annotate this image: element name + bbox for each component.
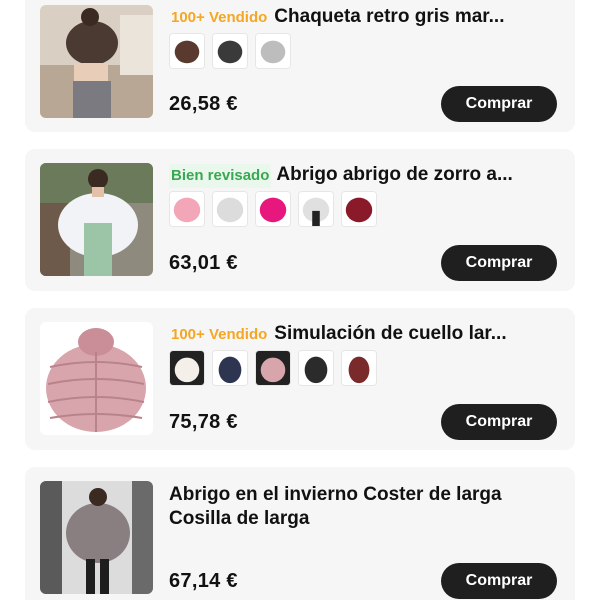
variant-swatch[interactable] bbox=[298, 350, 334, 386]
product-feed: 100+ Vendido Chaqueta retro gris mar... 2… bbox=[0, 0, 600, 600]
product-title[interactable]: 100+ Vendido Chaqueta retro gris mar... bbox=[169, 5, 561, 30]
variant-swatch[interactable] bbox=[341, 350, 377, 386]
variant-swatch[interactable] bbox=[212, 350, 248, 386]
product-price: 67,14 € bbox=[169, 570, 238, 592]
product-title[interactable]: Bien revisado Abrigo abrigo de zorro a... bbox=[169, 163, 561, 188]
variant-swatch[interactable] bbox=[212, 33, 248, 69]
variant-swatches bbox=[169, 191, 377, 227]
sales-badge: 100+ Vendido bbox=[171, 326, 268, 343]
buy-button[interactable]: Comprar bbox=[441, 86, 557, 122]
variant-swatch[interactable] bbox=[255, 350, 291, 386]
product-card[interactable]: Bien revisado Abrigo abrigo de zorro a...… bbox=[25, 149, 575, 291]
product-card[interactable]: 100+ Vendido Chaqueta retro gris mar... 2… bbox=[25, 0, 575, 132]
product-title[interactable]: Abrigo en el invierno Coster de larga Co… bbox=[169, 483, 561, 531]
product-title[interactable]: 100+ Vendido Simulación de cuello lar... bbox=[169, 322, 561, 347]
product-price: 75,78 € bbox=[169, 411, 238, 433]
product-image[interactable] bbox=[40, 322, 153, 435]
buy-button[interactable]: Comprar bbox=[441, 404, 557, 440]
product-image[interactable] bbox=[40, 481, 153, 594]
variant-swatch[interactable] bbox=[169, 350, 205, 386]
product-price: 63,01 € bbox=[169, 252, 238, 274]
buy-button[interactable]: Comprar bbox=[441, 563, 557, 599]
variant-swatch[interactable] bbox=[169, 191, 205, 227]
product-card[interactable]: Abrigo en el invierno Coster de larga Co… bbox=[25, 467, 575, 600]
product-card[interactable]: 100+ Vendido Simulación de cuello lar... … bbox=[25, 308, 575, 450]
product-image[interactable] bbox=[40, 163, 153, 276]
sales-badge: 100+ Vendido bbox=[171, 9, 268, 26]
product-price: 26,58 € bbox=[169, 93, 238, 115]
buy-button[interactable]: Comprar bbox=[441, 245, 557, 281]
variant-swatch[interactable] bbox=[255, 33, 291, 69]
variant-swatch[interactable] bbox=[341, 191, 377, 227]
product-image[interactable] bbox=[40, 5, 153, 118]
variant-swatch[interactable] bbox=[169, 33, 205, 69]
review-badge: Bien revisado bbox=[169, 164, 272, 188]
variant-swatch[interactable] bbox=[255, 191, 291, 227]
variant-swatches bbox=[169, 33, 291, 69]
variant-swatch[interactable] bbox=[298, 191, 334, 227]
variant-swatches bbox=[169, 350, 377, 386]
variant-swatch[interactable] bbox=[212, 191, 248, 227]
